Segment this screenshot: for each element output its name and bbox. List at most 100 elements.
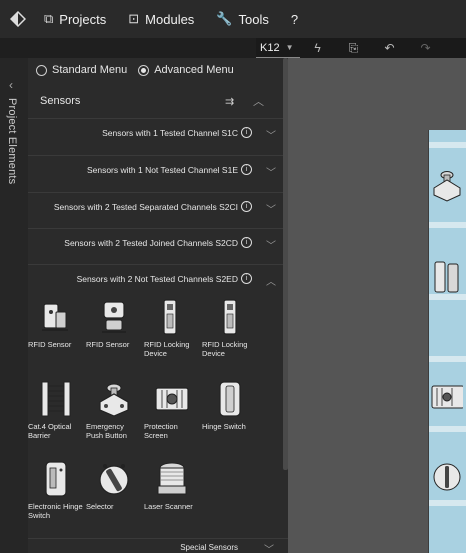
component-label: Laser Scanner (144, 502, 193, 511)
menu-tools-label: Tools (238, 11, 269, 27)
info-icon[interactable]: i (241, 237, 252, 248)
project-elements-tab[interactable]: ‹ Project Elements (0, 58, 28, 553)
section-sensors-title: Sensors (40, 95, 81, 107)
component-label: Cat.4 Optical Barrier (28, 422, 72, 440)
top-menu-bar: ⧉ Projects ⊡ Modules 🔧 Tools ? (0, 0, 466, 38)
chevron-up-icon: ︿ (266, 277, 276, 288)
component-rfid-locking-device-2[interactable]: RFID Locking Device (202, 298, 258, 380)
placed-protection-screen[interactable] (431, 380, 463, 414)
sheet-stripe (429, 294, 466, 300)
component-label: Protection Screen (144, 422, 178, 440)
module-select-value: K12 (260, 41, 280, 54)
wrench-icon: 🔧 (216, 11, 233, 26)
subsection-s1e-label: Sensors with 1 Not Tested Channel S1E (86, 165, 238, 175)
rfid-sensor-alt-icon (102, 301, 126, 333)
radio-standard-menu[interactable] (36, 64, 47, 76)
lightning-icon: ϟ (314, 41, 321, 55)
chevron-down-icon: ﹀ (266, 168, 276, 179)
component-selector[interactable]: Selector (86, 460, 142, 542)
sheet-stripe (429, 142, 466, 148)
rfid-locking-device-alt-icon (223, 299, 237, 335)
undo-button[interactable]: ↶ (372, 38, 408, 58)
sheet-stripe (429, 222, 466, 228)
menu-projects-label: Projects (59, 11, 107, 27)
radio-standard-menu-label[interactable]: Standard Menu (52, 64, 127, 76)
redo-button[interactable]: ↷ (408, 38, 444, 58)
modules-icon: ⊡ (128, 11, 140, 26)
subsection-s1c[interactable]: Sensors with 1 Tested Channel S1C i ﹀ (28, 118, 288, 148)
lightning-button[interactable]: ϟ (300, 38, 336, 58)
projects-icon: ⧉ (44, 11, 54, 26)
subsection-special-sensors[interactable]: Special Sensors ﹀ (28, 538, 288, 553)
chevron-down-icon: ﹀ (266, 205, 276, 216)
component-label: RFID Locking Device (144, 340, 190, 358)
info-icon[interactable]: i (241, 201, 252, 212)
radio-advanced-menu[interactable] (138, 64, 150, 76)
component-rfid-sensor-2[interactable]: RFID Sensor (86, 298, 142, 380)
component-label: Hinge Switch (202, 422, 246, 431)
selector-icon (99, 464, 129, 495)
emergency-button-icon (99, 383, 129, 417)
document-export-icon: ⎘ (348, 40, 359, 55)
logo-icon (10, 11, 26, 27)
rfid-locking-device-icon (163, 299, 177, 335)
sheet-stripe (429, 426, 466, 432)
subsection-s2ci-label: Sensors with 2 Tested Separated Channels… (53, 202, 238, 212)
component-emergency-push-button[interactable]: Emergency Push Button (86, 380, 142, 462)
component-rfid-locking-device-1[interactable]: RFID Locking Device (144, 298, 200, 380)
subsection-s2cd-label: Sensors with 2 Tested Joined Channels S2… (64, 238, 238, 248)
subsection-s1e[interactable]: Sensors with 1 Not Tested Channel S1E i … (28, 155, 288, 185)
info-icon[interactable]: i (241, 164, 252, 175)
component-hinge-switch[interactable]: Hinge Switch (202, 380, 258, 462)
subsection-s1c-label: Sensors with 1 Tested Channel S1C (102, 128, 238, 138)
laser-scanner-icon (157, 462, 187, 495)
menu-help-label: ? (290, 11, 299, 27)
component-label: RFID Sensor (86, 340, 130, 349)
subsection-s2ed[interactable]: Sensors with 2 Not Tested Channels S2ED … (28, 264, 288, 294)
chevron-down-icon: ﹀ (266, 241, 276, 252)
sheet-stripe (429, 500, 466, 506)
menu-mode-radio-group: Standard Menu Advanced Menu (36, 64, 240, 76)
placed-selector[interactable] (431, 460, 463, 494)
menu-projects[interactable]: ⧉ Projects (44, 11, 106, 27)
export-button[interactable]: ⎘ (336, 38, 372, 58)
elements-panel: Standard Menu Advanced Menu Sensors ⇉ ︿ … (28, 58, 288, 553)
module-select[interactable]: K12 ▼ (256, 38, 300, 58)
section-sensors-header[interactable]: Sensors ⇉ ︿ (28, 88, 288, 114)
optical-barrier-icon (41, 381, 71, 417)
menu-help[interactable]: ? (291, 12, 298, 27)
electronic-hinge-switch-icon (45, 461, 67, 497)
subsection-s2cd[interactable]: Sensors with 2 Tested Joined Channels S2… (28, 228, 288, 258)
info-icon[interactable]: i (241, 273, 252, 284)
placed-emergency-button[interactable] (431, 168, 463, 202)
project-elements-label: Project Elements (6, 98, 18, 185)
menu-modules[interactable]: ⊡ Modules (128, 11, 194, 27)
component-label: Emergency Push Button (86, 422, 127, 440)
component-electronic-hinge-switch[interactable]: Electronic Hinge Switch (28, 460, 84, 542)
collapse-chevron-icon[interactable]: ‹ (9, 78, 13, 92)
chevron-down-icon: ﹀ (264, 545, 274, 553)
component-label: RFID Locking Device (202, 340, 248, 358)
design-canvas[interactable] (288, 58, 466, 553)
undo-icon: ↶ (384, 41, 395, 55)
subsection-s2ed-label: Sensors with 2 Not Tested Channels S2ED (76, 274, 238, 284)
app-logo[interactable] (0, 0, 36, 38)
component-optical-barrier[interactable]: Cat.4 Optical Barrier (28, 380, 84, 462)
chevron-down-icon: ▼ (285, 43, 294, 52)
component-label: Selector (86, 502, 114, 511)
protection-screen-icon (155, 387, 189, 411)
info-icon[interactable]: i (241, 127, 252, 138)
redo-icon: ↷ (420, 41, 431, 55)
filter-icon[interactable]: ⇉ (225, 95, 234, 108)
hinge-switch-icon (219, 381, 241, 417)
component-laser-scanner[interactable]: Laser Scanner (144, 460, 200, 542)
rfid-sensor-icon (42, 303, 68, 331)
sheet-stripe (429, 356, 466, 362)
chevron-up-icon[interactable]: ︿ (253, 93, 264, 109)
placed-hinge-switch[interactable] (431, 260, 463, 294)
subsection-s2ci[interactable]: Sensors with 2 Tested Separated Channels… (28, 192, 288, 222)
menu-tools[interactable]: 🔧 Tools (216, 11, 269, 27)
radio-advanced-menu-label[interactable]: Advanced Menu (154, 64, 234, 76)
component-rfid-sensor-1[interactable]: RFID Sensor (28, 298, 84, 380)
component-protection-screen[interactable]: Protection Screen (144, 380, 200, 462)
